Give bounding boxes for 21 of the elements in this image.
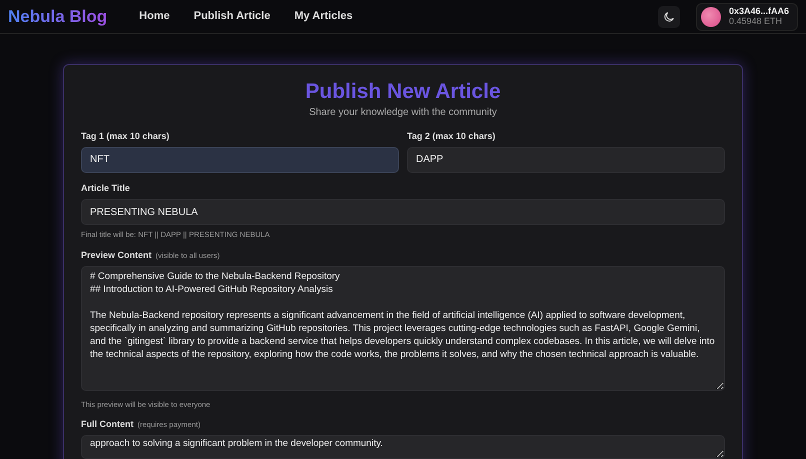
form-title: Publish New Article [304, 79, 502, 104]
nav-link[interactable]: Home [139, 10, 170, 24]
field-label: Article Title [81, 182, 130, 194]
nav-link[interactable]: My Articles [294, 10, 353, 24]
field-label: Tag 2 (max 10 chars) [407, 130, 496, 142]
wallet-address: 0x3A46...fAA6 [728, 6, 789, 16]
field-label: Preview Content [81, 250, 152, 260]
field-label: Full Content [81, 419, 134, 430]
field-label: Tag 1 (max 10 chars) [81, 130, 170, 142]
nav-link[interactable]: Publish Article [194, 10, 270, 24]
theme-toggle-button[interactable] [658, 6, 680, 28]
preview-content-textarea[interactable]: # Comprehensive Guide to the Nebula-Backend Repository ## Introduction to AI-Powered GitHub Repository Analysis The Nebula-Backend repository represents a significant advancement in the field of artificial intelligence (AI) applied to software development, specifically in analyzing and summarizing GitHub repositories. This project leverages cutting-edge technologies such as FastAPI, Google Gemini, and the `gitingest` library to provide a backend service that helps developers quickly understand complex codebases. In this article, we will delve into the technical aspects of the repository, exploring how the code works, the problems it solves, and why the chosen technical approach is valuable. [81, 266, 725, 391]
tag-input[interactable]: NFT [81, 146, 399, 173]
form-subtitle: Share your knowledge with the community [308, 107, 498, 120]
wallet-button[interactable]: 0x3A46...fAA6 0.45948 ETH [696, 2, 798, 30]
moon-icon [664, 12, 674, 22]
tag-input[interactable]: DAPP [407, 146, 725, 173]
title-input[interactable]: PRESENTING NEBULA [81, 199, 725, 226]
wallet-balance: 0.45948 ETH [728, 16, 784, 26]
avatar-circle [700, 6, 721, 26]
full-content-textarea[interactable]: approach to solving a significant problem in the developer community. [81, 435, 725, 459]
